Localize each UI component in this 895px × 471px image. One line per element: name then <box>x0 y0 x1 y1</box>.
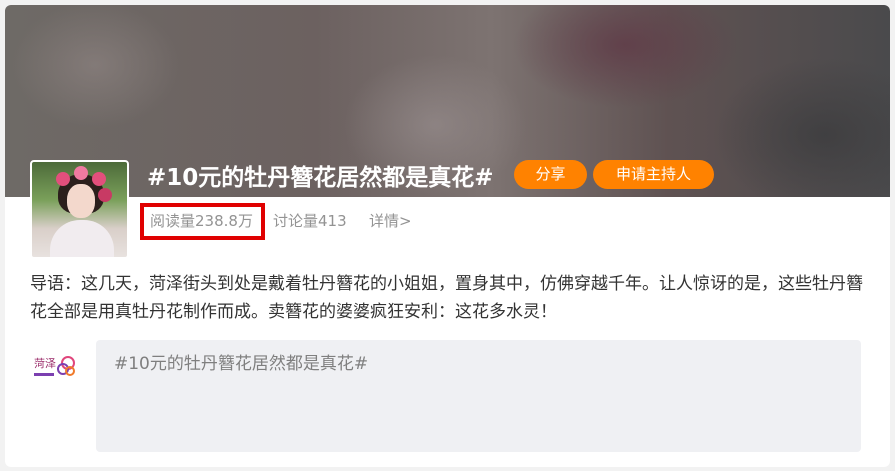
read-count: 阅读量238.8万 <box>140 203 265 240</box>
topic-intro: 导语：这几天，菏泽街头到处是戴着牡丹簪花的小姐姐，置身其中，仿佛穿越千年。让人惊… <box>30 274 863 322</box>
apply-host-button[interactable]: 申请主持人 <box>593 160 714 189</box>
svg-text:菏泽: 菏泽 <box>34 357 56 370</box>
avatar-body <box>50 220 114 257</box>
heze-logo-icon: 菏泽 <box>30 347 76 383</box>
share-button[interactable]: 分享 <box>514 160 587 189</box>
details-link[interactable]: 详情> <box>369 203 412 240</box>
avatar-face <box>67 184 95 218</box>
compose-input[interactable]: #10元的牡丹簪花居然都是真花# <box>96 340 861 452</box>
avatar-flower <box>98 188 112 202</box>
avatar-flower <box>74 166 88 180</box>
avatar-flower <box>56 172 70 186</box>
topic-card: #10元的牡丹簪花居然都是真花# 分享 申请主持人 阅读量238.8万 讨论量4… <box>5 5 890 467</box>
discussion-count: 讨论量413 <box>273 212 347 230</box>
topic-title: #10元的牡丹簪花居然都是真花# <box>147 165 494 191</box>
topic-avatar[interactable] <box>30 160 129 259</box>
avatar-flower <box>92 172 106 186</box>
